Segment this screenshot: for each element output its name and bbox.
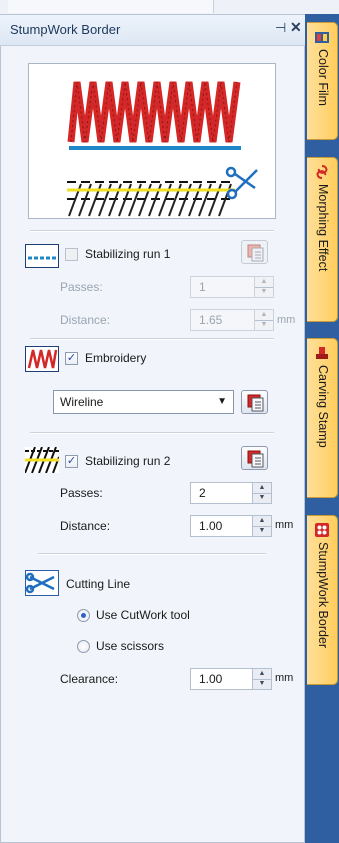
carving-stamp-icon (315, 346, 329, 360)
cutting-line-icon (25, 570, 59, 596)
stumpwork-border-icon (315, 523, 329, 537)
separator (38, 553, 266, 555)
close-icon[interactable]: ✕ (290, 19, 302, 36)
stabilizing-run-2-icon (24, 446, 60, 474)
stabilizing-run-1-label: Stabilizing run 1 (85, 247, 171, 261)
top-tab-strip (0, 0, 339, 15)
clearance-spinner[interactable]: 1.00 ▲ ▼ (190, 668, 272, 690)
stabilizing-run-1-distance-spinner[interactable]: 1.65 ▲ ▼ (190, 309, 274, 331)
morphing-effect-icon (315, 165, 329, 179)
embroidery-icon (25, 346, 59, 372)
embroidery-checkbox[interactable]: ✓ (65, 352, 78, 365)
stabilizing-run-2-passes-spinner[interactable]: 2 ▲ ▼ (190, 482, 272, 504)
stabilizing-run-1-icon (25, 244, 59, 268)
tab-morphing-effect-label: Morphing Effect (316, 184, 330, 272)
tab-color-film[interactable]: Color Film (307, 22, 338, 140)
pin-icon[interactable]: ⊣ (275, 20, 286, 36)
panel-title: StumpWork Border (10, 22, 121, 37)
stabilizing-run-2-passes-label: Passes: (60, 486, 103, 500)
stabilizing-run-2-passes-value: 2 (199, 486, 206, 500)
stabilizing-run-2-distance-label: Distance: (60, 519, 111, 533)
stabilizing-run-1-distance-label: Distance: (60, 313, 111, 327)
tab-stumpwork-border[interactable]: StumpWork Border (307, 515, 338, 685)
separator (30, 230, 274, 232)
stabilizing-run-1-passes-spinner[interactable]: 1 ▲ ▼ (190, 276, 274, 298)
stabilizing-run-1-checkbox[interactable]: ✓ (65, 248, 78, 261)
separator (30, 432, 274, 434)
color-film-icon (315, 30, 329, 44)
stabilizing-run-1-passes-label: Passes: (60, 280, 103, 294)
clearance-unit: mm (275, 672, 294, 684)
stabilizing-run-2-distance-value: 1.00 (199, 519, 223, 533)
clearance-value: 1.00 (199, 672, 223, 686)
stabilizing-run-1-passes-value: 1 (199, 280, 206, 294)
stabilizing-run-2-checkbox[interactable]: ✓ (65, 455, 78, 468)
cutting-line-label: Cutting Line (66, 577, 131, 591)
use-cutwork-tool-label: Use CutWork tool (96, 608, 190, 622)
tab-morphing-effect[interactable]: Morphing Effect (307, 157, 338, 322)
stabilizing-run-1-distance-value: 1.65 (199, 313, 223, 327)
chevron-down-icon: ▼ (217, 396, 227, 407)
tab-color-film-label: Color Film (316, 49, 330, 106)
embroidery-label: Embroidery (85, 351, 147, 365)
stabilizing-run-2-distance-unit: mm (275, 519, 294, 531)
stabilizing-run-2-color-button[interactable] (241, 446, 268, 470)
separator (30, 338, 274, 340)
tab-stumpwork-border-label: StumpWork Border (316, 542, 330, 649)
use-scissors-label: Use scissors (96, 639, 165, 653)
stabilizing-run-2-label: Stabilizing run 2 (85, 454, 171, 468)
embroidery-type-value: Wireline (60, 395, 104, 409)
use-scissors-radio[interactable] (77, 640, 90, 653)
tab-carving-stamp-label: Carving Stamp (316, 365, 330, 448)
clearance-label: Clearance: (60, 672, 119, 686)
embroidery-color-button[interactable] (241, 390, 268, 414)
use-cutwork-tool-radio[interactable] (77, 609, 90, 622)
border-preview (28, 63, 276, 219)
embroidery-type-dropdown[interactable]: Wireline ▼ (53, 390, 234, 414)
tab-carving-stamp[interactable]: Carving Stamp (307, 338, 338, 498)
stabilizing-run-1-color-button[interactable] (241, 240, 268, 264)
stabilizing-run-1-distance-unit: mm (277, 314, 296, 326)
stabilizing-run-2-distance-spinner[interactable]: 1.00 ▲ ▼ (190, 515, 272, 537)
